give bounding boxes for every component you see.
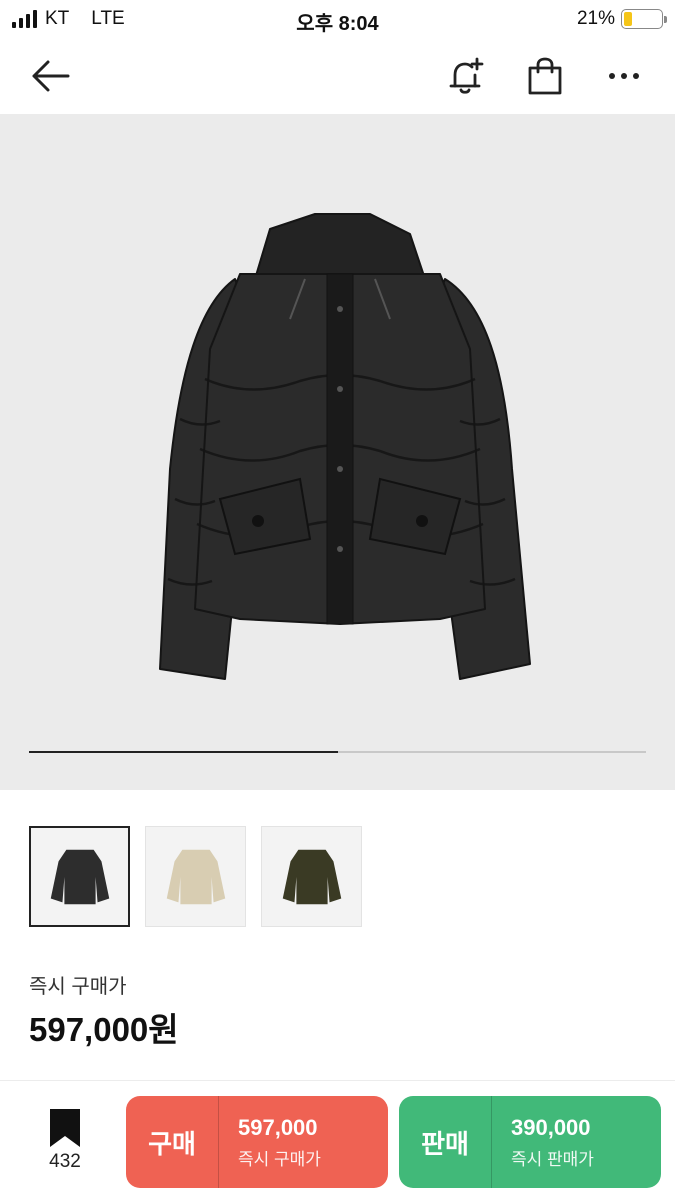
sell-sub-label: 즉시 판매가 <box>511 1149 594 1169</box>
battery-level <box>624 12 632 26</box>
price-alert-button[interactable] <box>442 52 490 100</box>
buy-price: 597,000 <box>238 1114 318 1140</box>
thumbnail-list <box>29 826 362 927</box>
gallery-progress-track <box>29 751 646 753</box>
status-time: 오후 8:04 <box>296 13 379 35</box>
gallery-progress-fill <box>29 751 338 753</box>
thumbnail-olive[interactable] <box>261 826 362 927</box>
thumbnail-image <box>282 849 341 904</box>
nav-bar <box>0 38 675 114</box>
thumb-jacket-shape <box>166 849 225 904</box>
thumb-jacket-shape <box>50 849 109 904</box>
instant-buy-price-label: 즉시 구매가 <box>29 976 127 998</box>
back-button[interactable] <box>26 52 74 100</box>
sell-price: 390,000 <box>511 1114 591 1140</box>
arrow-left-icon <box>32 60 70 92</box>
bell-plus-icon <box>449 57 484 94</box>
shopping-bag-button[interactable] <box>521 52 569 100</box>
sell-info: 390,000 즉시 판매가 <box>492 1115 594 1170</box>
status-right: 21% <box>576 8 667 30</box>
buy-sub-label: 즉시 구매가 <box>238 1149 321 1169</box>
thumbnail-cream[interactable] <box>145 826 246 927</box>
instant-buy-price: 597,000원 <box>29 1011 179 1048</box>
bookmark-icon <box>50 1109 80 1147</box>
buy-label: 구매 <box>148 1128 196 1159</box>
bottom-action-bar: 432 구매 597,000 즉시 구매가 판매 390,000 즉시 판매가 <box>0 1081 675 1200</box>
wishlist-button[interactable]: 432 <box>36 1109 94 1173</box>
status-bar: KT LTE 오후 8:04 21% <box>0 0 675 38</box>
buy-info: 597,000 즉시 구매가 <box>219 1115 321 1170</box>
shopping-bag-icon <box>528 57 562 95</box>
thumb-jacket-shape <box>282 849 341 904</box>
sell-label: 판매 <box>421 1128 469 1159</box>
buy-button[interactable]: 구매 597,000 즉시 구매가 <box>126 1096 388 1188</box>
product-image <box>159 213 531 680</box>
wishlist-count: 432 <box>49 1151 81 1172</box>
sell-button[interactable]: 판매 390,000 즉시 판매가 <box>399 1096 661 1188</box>
more-horizontal-icon <box>609 73 639 79</box>
thumbnail-black[interactable] <box>29 826 130 927</box>
thumbnail-image <box>166 849 225 904</box>
thumbnail-image <box>50 849 109 904</box>
battery-icon <box>621 9 667 29</box>
battery-percent: 21% <box>576 8 615 29</box>
more-button[interactable] <box>600 52 648 100</box>
product-image-gallery[interactable] <box>0 114 675 790</box>
